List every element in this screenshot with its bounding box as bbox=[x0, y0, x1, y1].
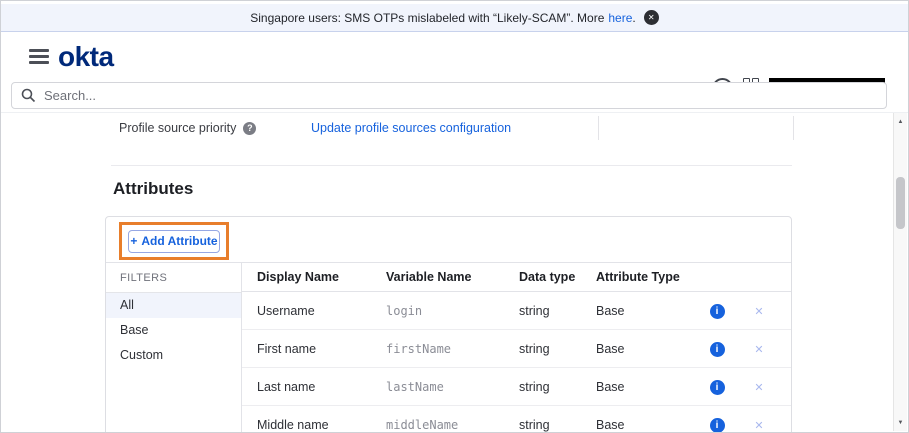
banner-text: Singapore users: SMS OTPs mislabeled wit… bbox=[250, 11, 604, 25]
info-icon[interactable]: i bbox=[710, 342, 725, 357]
main-content: Profile source priority ? Update profile… bbox=[1, 112, 908, 432]
remove-icon[interactable]: ✕ bbox=[754, 306, 763, 318]
add-attribute-label: Add Attribute bbox=[141, 234, 217, 248]
table-row: Middle name middleName string Base i ✕ bbox=[242, 406, 791, 432]
filter-item-base[interactable]: Base bbox=[106, 318, 241, 343]
profile-source-priority-label: Profile source priority bbox=[119, 121, 236, 135]
attributes-panel: + Add Attribute FILTERS All Base Custom … bbox=[105, 216, 792, 432]
remove-icon[interactable]: ✕ bbox=[754, 420, 763, 432]
remove-icon[interactable]: ✕ bbox=[754, 382, 763, 394]
update-profile-sources-link[interactable]: Update profile sources configuration bbox=[311, 116, 511, 140]
cell-display-name: Middle name bbox=[242, 418, 386, 432]
info-icon[interactable]: i bbox=[710, 380, 725, 395]
remove-icon[interactable]: ✕ bbox=[754, 344, 763, 356]
okta-admin-window: Singapore users: SMS OTPs mislabeled wit… bbox=[0, 0, 909, 433]
table-row: Username login string Base i ✕ bbox=[242, 292, 791, 330]
scroll-down-icon[interactable]: ▼ bbox=[894, 416, 907, 429]
cell-display-name: Username bbox=[242, 304, 386, 318]
cell-display-name: Last name bbox=[242, 380, 386, 394]
cell-attribute-type: Base bbox=[596, 342, 696, 356]
table-row: First name firstName string Base i ✕ bbox=[242, 330, 791, 368]
cell-variable-name: firstName bbox=[386, 342, 519, 356]
cell-data-type: string bbox=[519, 380, 596, 394]
cell-data-type: string bbox=[519, 342, 596, 356]
app-header: okta ? bbox=[1, 32, 908, 79]
global-search bbox=[11, 82, 887, 109]
banner-text-suffix: . bbox=[632, 11, 635, 25]
add-attribute-button[interactable]: + Add Attribute bbox=[128, 230, 220, 253]
table-row: Last name lastName string Base i ✕ bbox=[242, 368, 791, 406]
attributes-title: Attributes bbox=[113, 179, 193, 199]
hamburger-menu-icon[interactable] bbox=[29, 49, 49, 67]
column-header-display-name: Display Name bbox=[242, 270, 386, 284]
cell-data-type: string bbox=[519, 418, 596, 432]
banner-link[interactable]: here bbox=[608, 11, 632, 25]
highlight-box: + Add Attribute bbox=[119, 222, 229, 260]
column-header-attribute-type: Attribute Type bbox=[596, 270, 696, 284]
column-divider bbox=[598, 116, 599, 140]
table-header-row: Display Name Variable Name Data type Att… bbox=[242, 263, 791, 292]
notification-banner: Singapore users: SMS OTPs mislabeled wit… bbox=[1, 4, 908, 32]
filters-heading: FILTERS bbox=[106, 263, 241, 292]
column-header-data-type: Data type bbox=[519, 270, 596, 284]
filter-item-all[interactable]: All bbox=[106, 292, 241, 318]
cell-data-type: string bbox=[519, 304, 596, 318]
panel-body: FILTERS All Base Custom Display Name Var… bbox=[106, 262, 791, 432]
cell-display-name: First name bbox=[242, 342, 386, 356]
filters-sidebar: FILTERS All Base Custom bbox=[106, 263, 242, 432]
column-header-variable-name: Variable Name bbox=[386, 270, 519, 284]
profile-source-priority-row: Profile source priority ? Update profile… bbox=[105, 116, 794, 140]
filter-item-custom[interactable]: Custom bbox=[106, 343, 241, 368]
search-input[interactable] bbox=[11, 82, 887, 109]
section-divider bbox=[111, 165, 792, 166]
cell-attribute-type: Base bbox=[596, 304, 696, 318]
banner-close-icon[interactable]: ✕ bbox=[644, 10, 659, 25]
info-icon[interactable]: i bbox=[710, 304, 725, 319]
cell-variable-name: middleName bbox=[386, 418, 519, 432]
info-icon[interactable]: i bbox=[710, 418, 725, 433]
scroll-up-icon[interactable]: ▲ bbox=[894, 115, 907, 128]
cell-attribute-type: Base bbox=[596, 418, 696, 432]
help-tooltip-icon[interactable]: ? bbox=[243, 122, 256, 135]
vertical-scrollbar[interactable]: ▲ ▼ bbox=[893, 113, 907, 431]
cell-attribute-type: Base bbox=[596, 380, 696, 394]
cell-variable-name: login bbox=[386, 304, 519, 318]
okta-logo[interactable]: okta bbox=[58, 43, 114, 71]
plus-icon: + bbox=[130, 234, 137, 248]
attributes-table: Display Name Variable Name Data type Att… bbox=[242, 263, 791, 432]
scrollbar-thumb[interactable] bbox=[896, 177, 905, 229]
panel-toolbar: + Add Attribute bbox=[106, 217, 791, 262]
cell-variable-name: lastName bbox=[386, 380, 519, 394]
